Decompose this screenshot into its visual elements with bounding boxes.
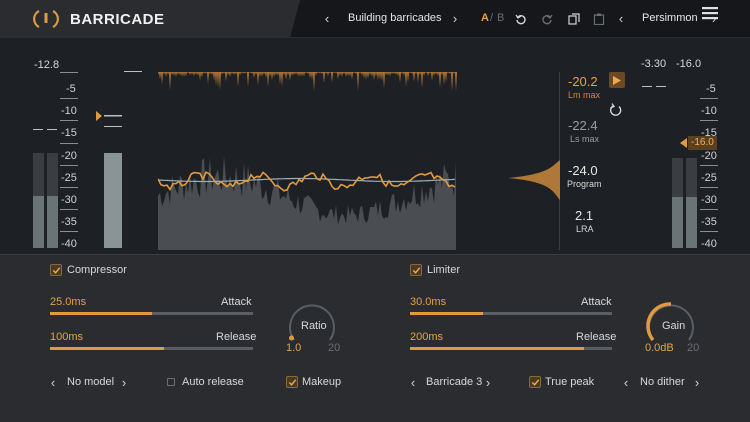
compressor-label: Compressor [67, 264, 127, 276]
left-scale-label: -35 [61, 216, 77, 228]
check-icon [288, 378, 296, 386]
right-scale-label: -30 [701, 194, 717, 206]
menu-icon[interactable] [702, 7, 718, 20]
dither-prev-button[interactable]: ‹ [621, 376, 631, 390]
left-peak-readout: -12.8 [34, 59, 60, 71]
limiter-attack-value: 30.0ms [410, 296, 447, 308]
right-scale-label: -20 [701, 150, 717, 162]
lm-max-label: Lm max [568, 90, 601, 100]
target-level-value: -16.0 [688, 136, 717, 150]
target-arrow-icon [680, 138, 687, 148]
left-scale-label: -40 [61, 238, 77, 250]
compressor-model[interactable]: No model [67, 377, 114, 388]
theme-prev-button[interactable]: ‹ [616, 12, 626, 26]
gain-max: 20 [687, 342, 700, 354]
dither-next-button[interactable]: › [692, 376, 702, 390]
right-scale-label: -5 [706, 83, 716, 95]
preset-prev-button[interactable]: ‹ [322, 12, 332, 26]
redo-icon[interactable] [541, 13, 553, 25]
compressor-enable-checkbox[interactable] [50, 264, 62, 276]
right-scale-label: -10 [701, 105, 717, 117]
copy-icon[interactable] [568, 13, 580, 25]
limiter-model-next-button[interactable]: › [483, 376, 493, 390]
gain-value: 0.0dB [645, 342, 674, 354]
compressor-release-value: 100ms [50, 331, 84, 343]
compressor-attack-label: Attack [221, 296, 252, 308]
right-scale-label: -40 [701, 238, 717, 250]
program-value: -24.0 [568, 163, 598, 178]
right-scale-label: -35 [701, 216, 717, 228]
limiter-model-prev-button[interactable]: ‹ [408, 376, 418, 390]
check-icon [412, 266, 420, 274]
compressor-release-fill [50, 347, 164, 350]
compressor-attack-value: 25.0ms [50, 296, 87, 308]
makeup-label: Makeup [302, 376, 342, 388]
true-peak-checkbox[interactable] [529, 376, 541, 388]
ls-max-value: -22.4 [568, 118, 598, 133]
ab-a-button[interactable]: A [481, 13, 489, 24]
left-scale-label: -20 [61, 150, 77, 162]
ratio-label: Ratio [301, 320, 327, 332]
theme-name[interactable]: Persimmon [642, 13, 698, 24]
check-icon [52, 266, 60, 274]
makeup-checkbox[interactable] [286, 376, 298, 388]
left-scale-label: -30 [61, 194, 77, 206]
limiter-attack-label: Attack [581, 296, 612, 308]
check-icon [531, 378, 539, 386]
limiter-attack-fill [410, 312, 483, 315]
limiter-label: Limiter [427, 264, 461, 276]
limiter-enable-checkbox[interactable] [410, 264, 422, 276]
dither-value[interactable]: No dither [640, 377, 685, 388]
auto-release-label: Auto release [182, 376, 244, 388]
left-scale-label: -5 [66, 83, 76, 95]
model-prev-button[interactable]: ‹ [48, 376, 58, 390]
model-next-button[interactable]: › [119, 376, 129, 390]
compressor-release-label: Release [216, 331, 257, 343]
reset-icon[interactable] [609, 103, 623, 117]
lm-max-value: -20.2 [568, 74, 598, 89]
play-icon [613, 75, 621, 85]
right-peak-left: -3.30 [641, 58, 667, 70]
ratio-value: 1.0 [286, 342, 302, 354]
limiter-release-fill [410, 347, 584, 350]
limiter-release-label: Release [576, 331, 617, 343]
ls-max-label: Ls max [570, 134, 600, 144]
compressor-attack-fill [50, 312, 152, 315]
auto-release-checkbox[interactable] [167, 378, 175, 386]
gain-label: Gain [662, 320, 686, 332]
program-histogram [508, 160, 560, 200]
ratio-max: 20 [328, 342, 341, 354]
left-scale-label: -10 [61, 105, 77, 117]
limiter-model[interactable]: Barricade 3 [426, 377, 482, 388]
lra-value: 2.1 [575, 208, 594, 223]
waveform-display [158, 60, 457, 250]
input-threshold-marker[interactable] [95, 110, 123, 122]
true-peak-label: True peak [545, 376, 595, 388]
controls-panel [0, 254, 750, 422]
left-scale-label: -15 [61, 127, 77, 139]
ab-b-button[interactable]: B [497, 13, 504, 24]
undo-icon[interactable] [515, 13, 527, 25]
ab-separator: / [490, 12, 494, 24]
program-label: Program [567, 179, 602, 189]
right-peak-right: -16.0 [676, 58, 702, 70]
left-scale-label: -25 [61, 172, 77, 184]
right-scale-label: -25 [701, 172, 717, 184]
barricade-logo-icon [33, 10, 59, 28]
paste-icon[interactable] [593, 13, 605, 25]
lra-label: LRA [576, 224, 594, 234]
play-button[interactable] [609, 72, 625, 88]
limiter-release-value: 200ms [410, 331, 444, 343]
target-level-marker[interactable]: -16.0 [680, 136, 718, 150]
app-title: BARRICADE [70, 11, 165, 28]
preset-name[interactable]: Building barricades [348, 13, 442, 24]
preset-next-button[interactable]: › [450, 12, 460, 26]
